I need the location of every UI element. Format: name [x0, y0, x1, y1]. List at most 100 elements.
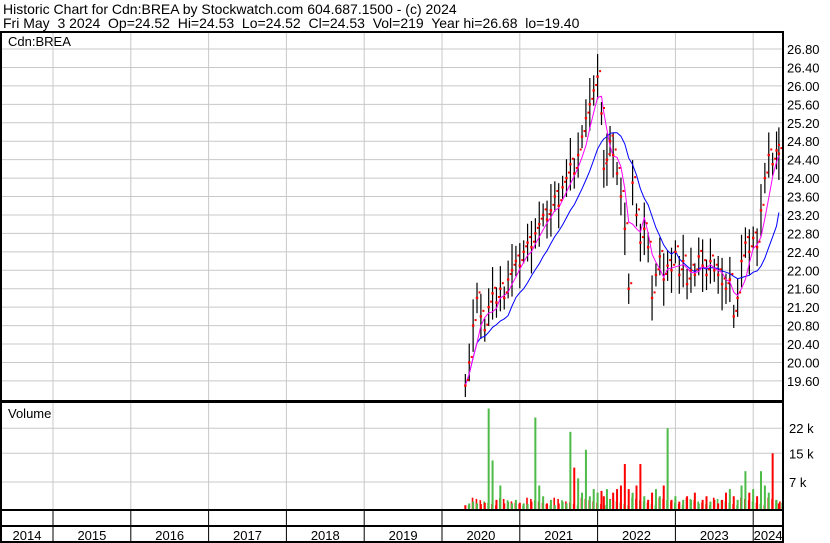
close-point: [704, 259, 707, 262]
close-point: [540, 217, 543, 220]
close-point: [592, 89, 595, 92]
volume-bar: [487, 408, 490, 509]
volume-bar: [557, 503, 560, 509]
close-point: [486, 323, 489, 326]
close-point: [770, 148, 773, 151]
volume-bar: [744, 471, 747, 509]
close-point: [638, 208, 640, 211]
volume-bar: [748, 492, 751, 509]
close-point: [653, 291, 656, 294]
volume-bar: [522, 503, 525, 509]
volume-bar: [609, 499, 612, 509]
close-point: [708, 268, 711, 271]
close-point: [727, 282, 730, 285]
close-point: [681, 259, 685, 263]
volume-tick-label: 15 k: [789, 446, 814, 461]
close-point: [560, 199, 563, 202]
price-tick-label: 25.20: [787, 116, 820, 131]
close-point: [495, 301, 498, 304]
close-point: [487, 305, 490, 309]
close-point: [654, 273, 658, 277]
close-point: [767, 153, 770, 157]
close-point: [576, 153, 580, 157]
close-point: [534, 232, 537, 235]
close-point: [627, 287, 630, 290]
volume-bar: [596, 492, 599, 509]
volume-bar: [627, 489, 630, 509]
volume-bar: [619, 485, 622, 509]
close-point: [685, 282, 689, 286]
close-point: [775, 149, 778, 152]
close-point: [483, 329, 486, 332]
close-point: [525, 245, 528, 248]
close-point: [619, 195, 623, 198]
volume-label: Volume: [8, 406, 51, 421]
volume-bar: [530, 501, 533, 509]
volume-bar: [771, 453, 774, 509]
close-point: [557, 204, 560, 207]
close-point: [532, 240, 535, 243]
close-point: [494, 286, 497, 289]
close-point: [693, 273, 697, 277]
volume-bar: [639, 464, 642, 509]
year-tick-label: 2019: [389, 528, 418, 543]
close-point: [529, 236, 532, 239]
close-point: [670, 269, 673, 272]
volume-bar: [483, 502, 486, 509]
year-tick-label: 2022: [622, 528, 651, 543]
close-point: [466, 378, 469, 381]
symbol-label: Cdn:BREA: [8, 34, 71, 49]
volume-bar: [732, 496, 735, 509]
price-panel-frame: [0, 31, 784, 402]
close-point: [744, 241, 747, 244]
price-tick-label: 20.40: [787, 337, 820, 352]
close-point: [556, 189, 559, 192]
price-tick-label: 23.60: [787, 190, 820, 205]
close-point: [643, 227, 646, 230]
close-point: [565, 176, 568, 180]
close-point: [665, 272, 668, 275]
volume-bar: [759, 471, 762, 509]
price-tick-label: 26.40: [787, 60, 820, 75]
close-point: [468, 361, 471, 364]
close-point: [567, 171, 570, 174]
year-tick-label: 2020: [466, 528, 495, 543]
close-point: [571, 157, 574, 160]
close-point: [771, 163, 774, 166]
price-tick-label: 21.20: [787, 300, 820, 315]
close-point: [490, 300, 493, 303]
close-point: [513, 263, 516, 266]
volume-bar: [584, 449, 587, 509]
close-point: [752, 236, 755, 240]
close-point: [569, 163, 572, 166]
close-point: [676, 245, 679, 248]
volume-bar: [464, 505, 467, 509]
price-tick-label: 20.80: [787, 319, 820, 334]
close-point: [711, 254, 714, 257]
close-point: [591, 97, 594, 100]
volume-bar: [561, 501, 564, 509]
close-point: [657, 268, 660, 271]
close-point: [588, 103, 592, 106]
close-point: [700, 249, 703, 252]
close-point: [731, 272, 734, 275]
price-tick-label: 25.60: [787, 97, 820, 112]
close-point: [736, 296, 739, 300]
close-point: [631, 181, 634, 184]
volume-bar: [666, 428, 669, 509]
volume-bar: [643, 496, 646, 509]
close-point: [615, 172, 619, 175]
close-point: [724, 287, 728, 290]
close-point: [509, 272, 512, 275]
close-point: [497, 296, 500, 299]
close-point: [754, 231, 757, 234]
close-point: [678, 273, 681, 277]
close-point: [618, 166, 621, 169]
price-tick-label: 24.40: [787, 153, 820, 168]
price-tick-label: 19.60: [787, 374, 820, 389]
close-point: [645, 222, 648, 225]
volume-bar: [724, 492, 727, 509]
volume-bar: [674, 496, 677, 509]
year-tick-label: 2016: [155, 528, 184, 543]
close-point: [491, 292, 494, 295]
